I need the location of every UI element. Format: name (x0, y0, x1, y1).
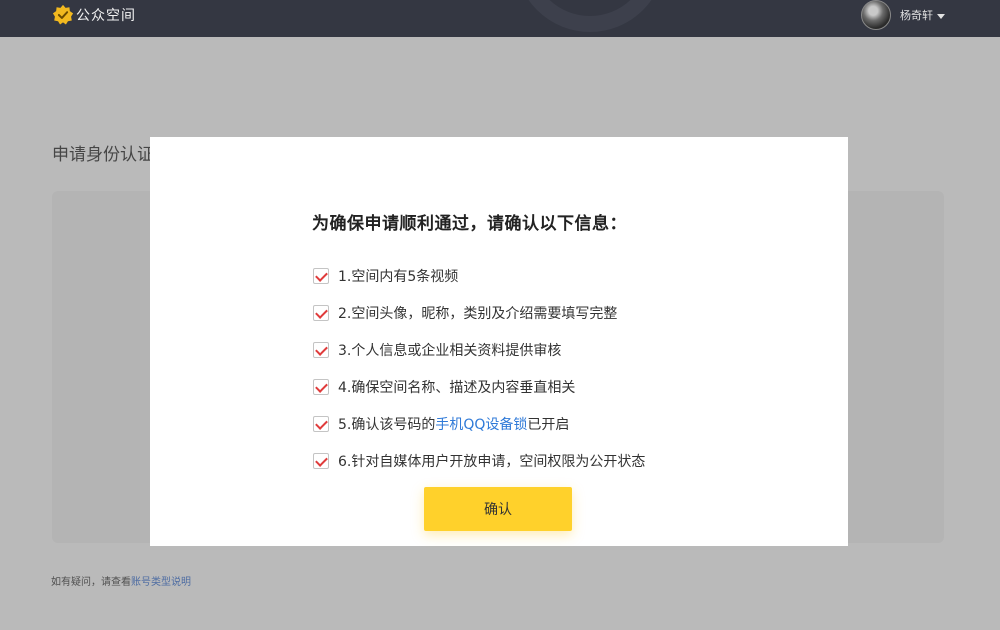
checklist-item-label: 5.确认该号码的 (338, 416, 436, 433)
checkbox[interactable] (313, 304, 329, 321)
app-logo[interactable]: 公众空间 (52, 4, 136, 26)
checklist-item-label: 3.个人信息或企业相关资料提供审核 (338, 342, 562, 359)
checklist-item-label-suffix: 已开启 (527, 416, 570, 433)
checkbox[interactable] (313, 341, 329, 358)
requirements-checklist: 1.空间内有5条视频 2.空间头像，昵称，类别及介绍需要填写完整 3.个人信息或… (313, 257, 645, 479)
checklist-item: 1.空间内有5条视频 (313, 257, 645, 294)
checklist-item: 4.确保空间名称、描述及内容垂直相关 (313, 368, 645, 405)
caret-down-icon (937, 13, 945, 19)
checkbox[interactable] (313, 452, 329, 469)
checklist-item-label: 6.针对自媒体用户开放申请，空间权限为公开状态 (338, 453, 646, 470)
username: 杨奇轩 (900, 9, 933, 22)
checklist-item: 6.针对自媒体用户开放申请，空间权限为公开状态 (313, 442, 645, 479)
app-name: 公众空间 (76, 8, 136, 24)
badge-check-icon (52, 4, 74, 25)
checkbox[interactable] (313, 267, 329, 284)
checkbox[interactable] (313, 415, 329, 432)
avatar[interactable] (861, 0, 891, 30)
header-decoration (515, 0, 665, 32)
checklist-item: 5.确认该号码的 手机QQ设备锁 已开启 (313, 405, 645, 442)
dialog-title: 为确保申请顺利通过，请确认以下信息： (312, 214, 627, 234)
checklist-item: 2.空间头像，昵称，类别及介绍需要填写完整 (313, 294, 645, 331)
user-menu[interactable]: 杨奇轩 (861, 0, 945, 30)
confirm-dialog: 为确保申请顺利通过，请确认以下信息： 1.空间内有5条视频 2.空间头像，昵称，… (150, 137, 848, 546)
checklist-item-label: 4.确保空间名称、描述及内容垂直相关 (338, 379, 576, 396)
top-navigation-bar: 公众空间 杨奇轩 (0, 0, 1000, 37)
checklist-item-label: 1.空间内有5条视频 (338, 268, 459, 285)
checklist-item: 3.个人信息或企业相关资料提供审核 (313, 331, 645, 368)
confirm-button[interactable]: 确认 (424, 487, 572, 531)
device-lock-link[interactable]: 手机QQ设备锁 (435, 414, 527, 434)
checklist-item-label: 2.空间头像，昵称，类别及介绍需要填写完整 (338, 305, 618, 322)
checkbox[interactable] (313, 378, 329, 395)
